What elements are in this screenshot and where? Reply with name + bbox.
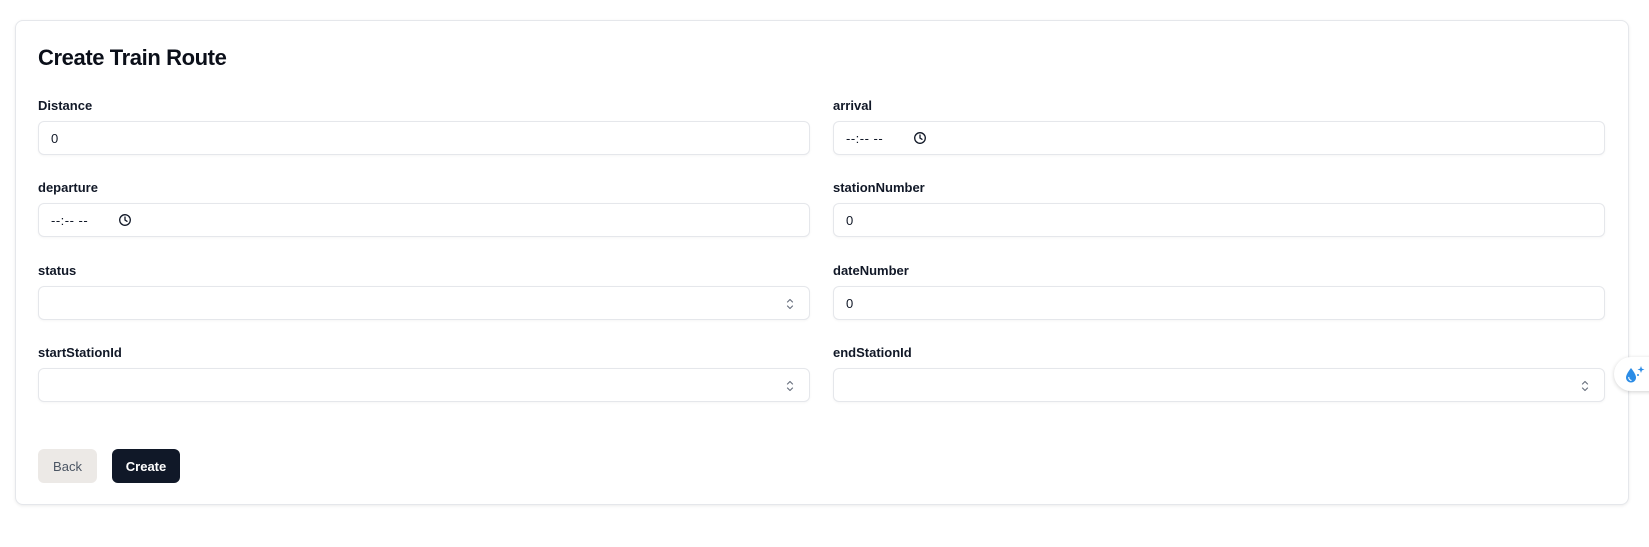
distance-label: Distance [38, 98, 93, 113]
arrival-label: arrival [833, 98, 873, 113]
date-number-input[interactable]: 0 [833, 286, 1605, 320]
arrival-time-input[interactable]: --:-- -- [833, 121, 1605, 155]
chevron-up-down-icon [1581, 380, 1589, 392]
status-label: status [38, 263, 77, 278]
station-number-value: 0 [846, 213, 854, 228]
departure-time-input[interactable]: --:-- -- [38, 203, 810, 237]
date-number-label: dateNumber [833, 263, 909, 278]
distance-value: 0 [51, 131, 59, 146]
clock-icon[interactable] [118, 213, 132, 227]
create-train-route-card: Create Train Route Distance 0 arrival --… [15, 20, 1629, 505]
end-station-select[interactable] [833, 368, 1605, 402]
start-station-label: startStationId [38, 345, 122, 360]
page-title: Create Train Route [38, 45, 227, 70]
chevron-up-down-icon [786, 298, 794, 310]
distance-input[interactable]: 0 [38, 121, 810, 155]
departure-time-value: --:-- -- [51, 213, 89, 228]
start-station-select[interactable] [38, 368, 810, 402]
back-button[interactable]: Back [38, 449, 97, 483]
station-number-label: stationNumber [833, 180, 925, 195]
end-station-label: endStationId [833, 345, 912, 360]
status-select[interactable] [38, 286, 810, 320]
departure-label: departure [38, 180, 98, 195]
clock-icon[interactable] [913, 131, 927, 145]
create-button[interactable]: Create [112, 449, 180, 483]
water-drop-sparkle-icon [1626, 366, 1645, 383]
chevron-up-down-icon [786, 380, 794, 392]
arrival-time-value: --:-- -- [846, 131, 884, 146]
date-number-value: 0 [846, 296, 854, 311]
floating-extension-button[interactable] [1614, 357, 1649, 391]
station-number-input[interactable]: 0 [833, 203, 1605, 237]
